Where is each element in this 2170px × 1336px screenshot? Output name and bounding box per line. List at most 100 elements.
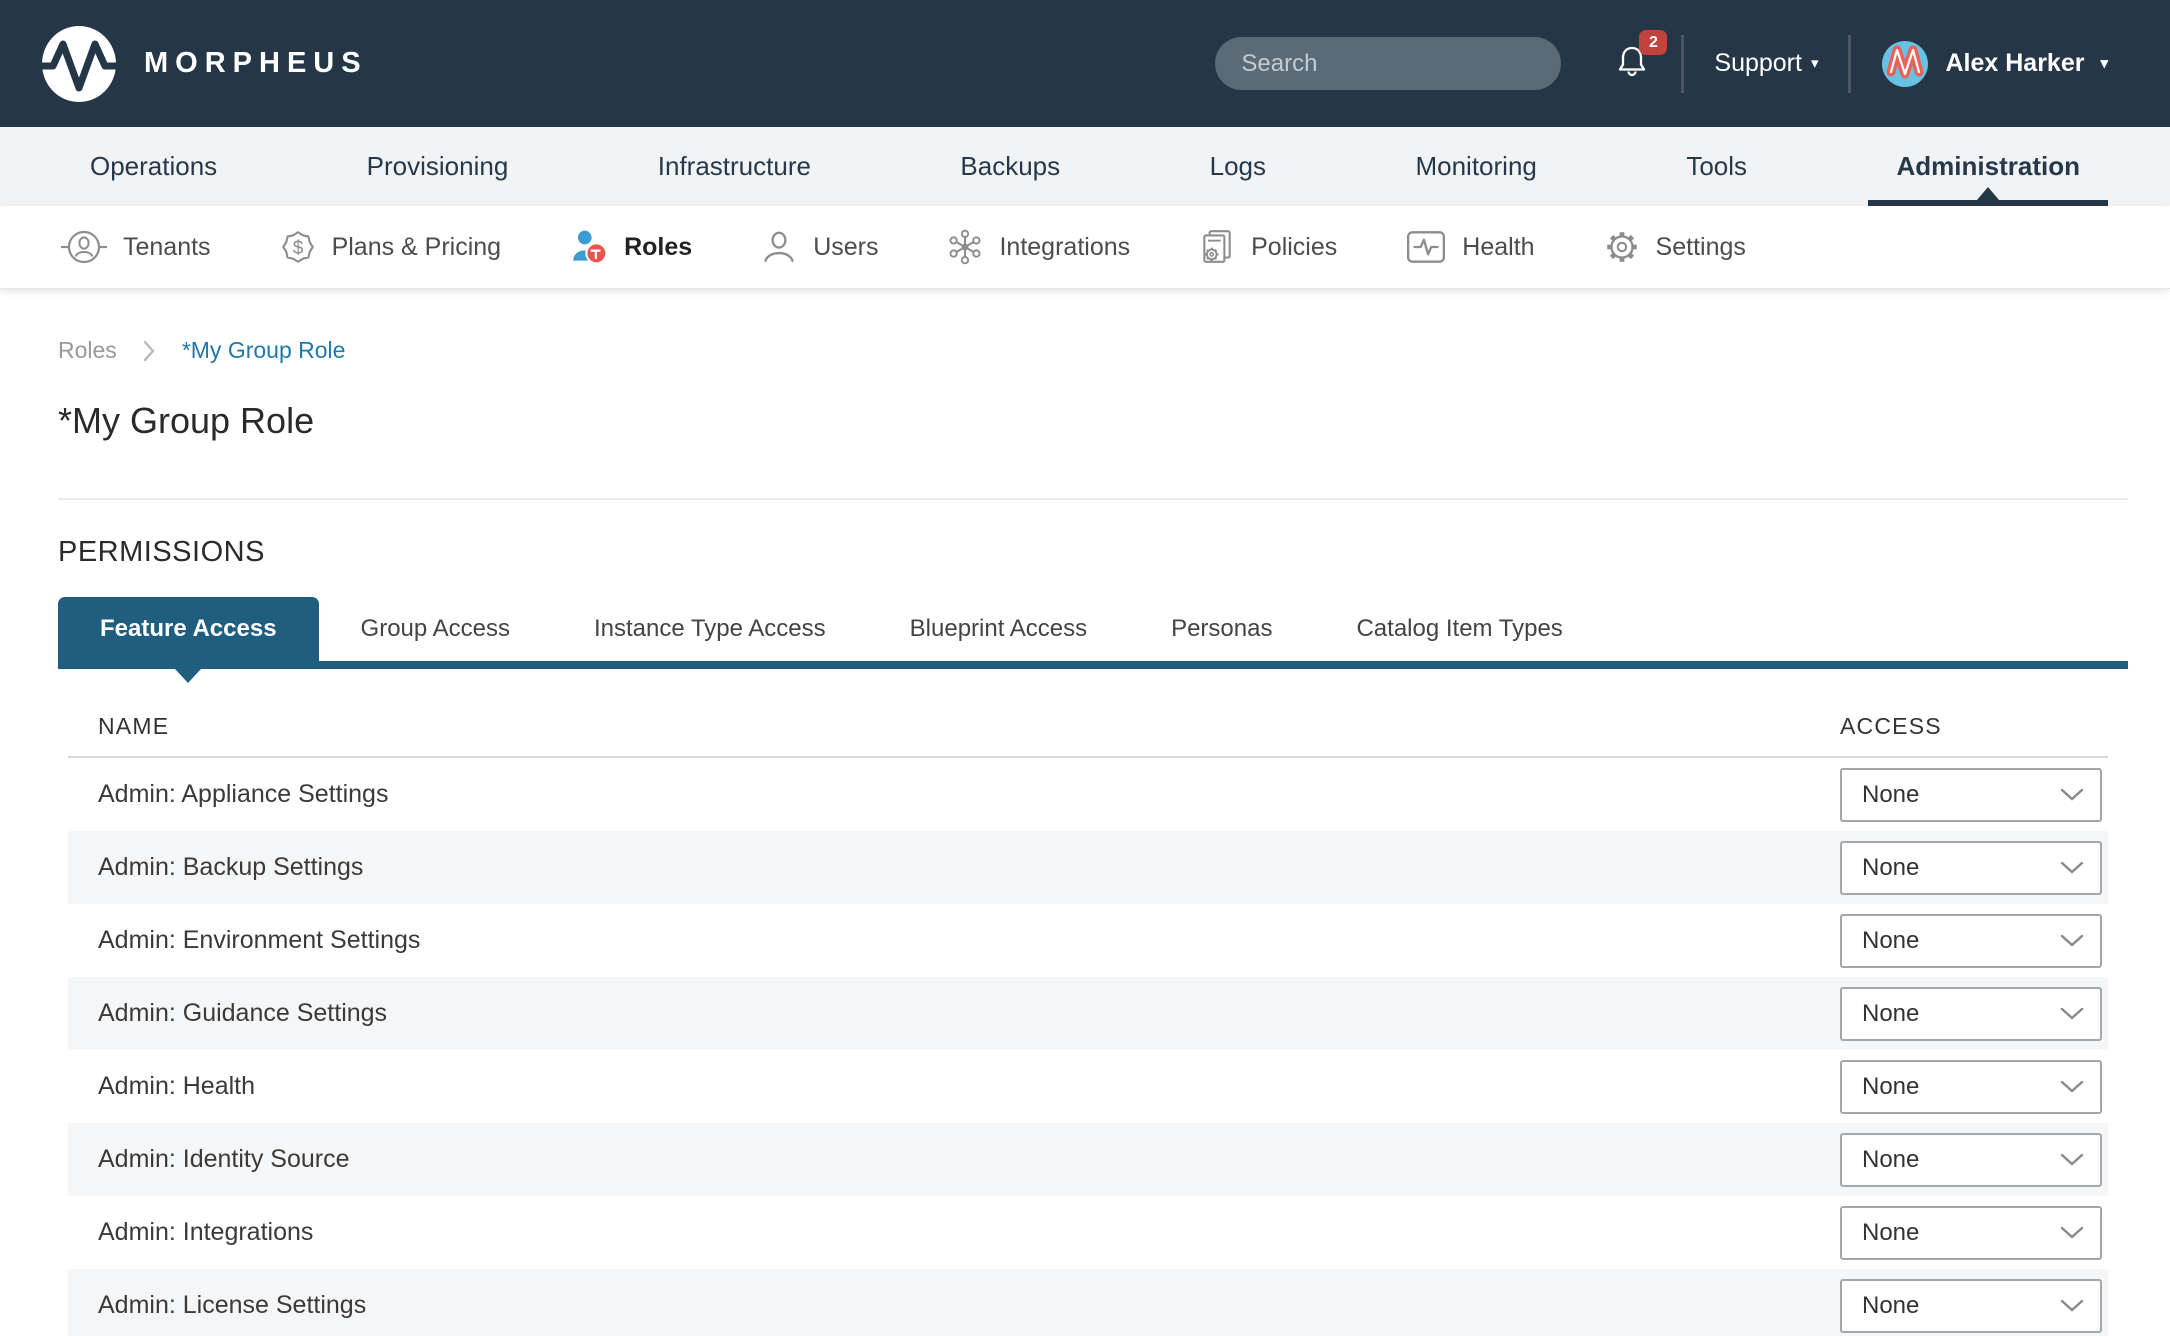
nav-item-provisioning[interactable]: Provisioning xyxy=(347,127,529,206)
search-box xyxy=(1215,37,1561,90)
table-row: Admin: Integrations None xyxy=(68,1196,2108,1269)
svg-text:$: $ xyxy=(292,238,303,259)
tenants-icon xyxy=(60,228,108,266)
column-header-access: ACCESS xyxy=(1840,713,2108,740)
permission-name: Admin: Appliance Settings xyxy=(68,780,1840,809)
nav-item-logs[interactable]: Logs xyxy=(1190,127,1286,206)
table-row: Admin: Appliance Settings None xyxy=(68,758,2108,831)
subnav-label: Settings xyxy=(1656,233,1746,262)
tab-personas[interactable]: Personas xyxy=(1129,597,1314,661)
users-icon xyxy=(760,228,798,266)
permission-name: Admin: Integrations xyxy=(68,1218,1840,1247)
main-nav: Operations Provisioning Infrastructure B… xyxy=(0,127,2170,206)
header-divider xyxy=(1848,35,1851,93)
chevron-down-icon xyxy=(2060,861,2084,875)
access-select-value: None xyxy=(1862,854,1919,882)
subnav-item-roles[interactable]: Roles xyxy=(569,227,692,267)
permissions-tabs: Feature Access Group Access Instance Typ… xyxy=(58,597,2128,661)
notification-badge: 2 xyxy=(1639,30,1667,55)
integrations-icon xyxy=(946,228,984,266)
chevron-down-icon xyxy=(2060,1299,2084,1313)
subnav-item-policies[interactable]: Policies xyxy=(1198,228,1337,266)
settings-icon xyxy=(1603,228,1641,266)
admin-subnav: Tenants $ Plans & Pricing Roles Users xyxy=(0,206,2170,289)
chevron-down-icon: ▾ xyxy=(2100,56,2108,71)
table-row: Admin: License Settings None xyxy=(68,1269,2108,1336)
brand-home[interactable]: MORPHEUS xyxy=(40,25,368,103)
roles-icon xyxy=(569,227,609,267)
plans-pricing-icon: $ xyxy=(279,228,317,266)
permission-name: Admin: Environment Settings xyxy=(68,926,1840,955)
access-select[interactable]: None xyxy=(1840,841,2102,895)
subnav-label: Tenants xyxy=(123,233,211,262)
section-divider xyxy=(58,498,2128,500)
avatar xyxy=(1881,40,1929,88)
subnav-item-settings[interactable]: Settings xyxy=(1603,228,1746,266)
nav-item-tools[interactable]: Tools xyxy=(1666,127,1767,206)
chevron-down-icon xyxy=(2060,1153,2084,1167)
tab-group-access[interactable]: Group Access xyxy=(319,597,552,661)
tab-catalog-item-types[interactable]: Catalog Item Types xyxy=(1314,597,1604,661)
health-icon xyxy=(1405,229,1447,265)
permissions-heading: PERMISSIONS xyxy=(58,536,2128,569)
chevron-down-icon xyxy=(2060,1007,2084,1021)
app-root: MORPHEUS 2 Support ▾ xyxy=(0,0,2170,1336)
column-header-name: NAME xyxy=(68,713,1840,740)
breadcrumb: Roles *My Group Role xyxy=(58,337,2128,364)
permission-name: Admin: Backup Settings xyxy=(68,853,1840,882)
table-row: Admin: Guidance Settings None xyxy=(68,977,2108,1050)
access-select[interactable]: None xyxy=(1840,1133,2102,1187)
subnav-label: Roles xyxy=(624,233,692,262)
tab-blueprint-access[interactable]: Blueprint Access xyxy=(868,597,1129,661)
subnav-item-integrations[interactable]: Integrations xyxy=(946,228,1130,266)
support-menu[interactable]: Support ▾ xyxy=(1714,49,1818,78)
breadcrumb-chevron-icon xyxy=(143,340,156,362)
nav-item-backups[interactable]: Backups xyxy=(940,127,1080,206)
subnav-item-users[interactable]: Users xyxy=(760,228,878,266)
access-select-value: None xyxy=(1862,1292,1919,1320)
subnav-label: Integrations xyxy=(999,233,1130,262)
subnav-item-plans-pricing[interactable]: $ Plans & Pricing xyxy=(279,228,502,266)
breadcrumb-current[interactable]: *My Group Role xyxy=(182,337,346,364)
access-select[interactable]: None xyxy=(1840,987,2102,1041)
subnav-label: Policies xyxy=(1251,233,1337,262)
nav-item-operations[interactable]: Operations xyxy=(70,127,237,206)
chevron-down-icon xyxy=(2060,1080,2084,1094)
access-select[interactable]: None xyxy=(1840,768,2102,822)
page-title: *My Group Role xyxy=(58,400,2128,442)
nav-item-monitoring[interactable]: Monitoring xyxy=(1395,127,1556,206)
top-header: MORPHEUS 2 Support ▾ xyxy=(0,0,2170,127)
user-menu[interactable]: Alex Harker ▾ xyxy=(1881,40,2108,88)
support-label: Support xyxy=(1714,49,1802,78)
tab-instance-type-access[interactable]: Instance Type Access xyxy=(552,597,868,661)
chevron-down-icon xyxy=(2060,788,2084,802)
access-select-value: None xyxy=(1862,1146,1919,1174)
table-row: Admin: Identity Source None xyxy=(68,1123,2108,1196)
access-select[interactable]: None xyxy=(1840,1279,2102,1333)
access-select-value: None xyxy=(1862,1000,1919,1028)
permission-name: Admin: Guidance Settings xyxy=(68,999,1840,1028)
subnav-label: Health xyxy=(1462,233,1534,262)
access-select[interactable]: None xyxy=(1840,914,2102,968)
access-select-value: None xyxy=(1862,1073,1919,1101)
subnav-label: Users xyxy=(813,233,878,262)
search-input[interactable] xyxy=(1241,50,1551,78)
table-header: NAME ACCESS xyxy=(68,713,2108,740)
access-select[interactable]: None xyxy=(1840,1060,2102,1114)
subnav-item-health[interactable]: Health xyxy=(1405,229,1534,265)
chevron-down-icon xyxy=(2060,1226,2084,1240)
access-select-value: None xyxy=(1862,927,1919,955)
access-select-value: None xyxy=(1862,781,1919,809)
breadcrumb-roles-link[interactable]: Roles xyxy=(58,337,117,364)
nav-item-administration[interactable]: Administration xyxy=(1877,127,2100,206)
permissions-table: NAME ACCESS Admin: Appliance Settings No… xyxy=(68,713,2108,1336)
header-divider xyxy=(1681,35,1684,93)
subnav-item-tenants[interactable]: Tenants xyxy=(60,228,211,266)
notifications-button[interactable]: 2 xyxy=(1613,42,1651,85)
tab-feature-access[interactable]: Feature Access xyxy=(58,597,319,661)
table-row: Admin: Backup Settings None xyxy=(68,831,2108,904)
permission-name: Admin: Identity Source xyxy=(68,1145,1840,1174)
nav-item-infrastructure[interactable]: Infrastructure xyxy=(638,127,831,206)
access-select[interactable]: None xyxy=(1840,1206,2102,1260)
header-actions: 2 Support ▾ Alex Harker ▾ xyxy=(1215,35,2108,93)
